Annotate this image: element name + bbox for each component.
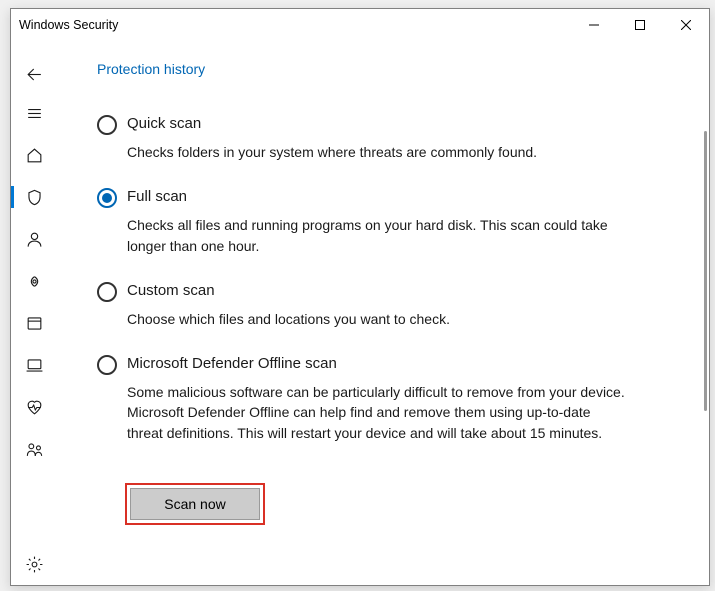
main-content: Protection history Quick scan Checks fol… bbox=[57, 41, 709, 585]
app-browser-icon bbox=[25, 314, 44, 333]
maximize-icon bbox=[635, 20, 645, 30]
option-desc: Checks folders in your system where thre… bbox=[127, 142, 629, 162]
heart-icon bbox=[25, 398, 44, 417]
window-title: Windows Security bbox=[19, 18, 571, 32]
shield-icon bbox=[25, 188, 44, 207]
scrollbar[interactable] bbox=[704, 131, 707, 411]
back-button[interactable] bbox=[11, 56, 57, 92]
back-arrow-icon bbox=[25, 65, 44, 84]
home-icon bbox=[25, 146, 44, 165]
option-quick-scan[interactable]: Quick scan Checks folders in your system… bbox=[97, 115, 669, 162]
family-icon bbox=[25, 440, 44, 459]
option-label: Full scan bbox=[127, 188, 629, 205]
minimize-button[interactable] bbox=[571, 10, 617, 40]
titlebar: Windows Security bbox=[11, 9, 709, 41]
option-custom-scan[interactable]: Custom scan Choose which files and locat… bbox=[97, 282, 669, 329]
scan-now-button[interactable]: Scan now bbox=[130, 488, 260, 520]
radio-offline[interactable] bbox=[97, 355, 117, 375]
option-full-scan[interactable]: Full scan Checks all files and running p… bbox=[97, 188, 669, 256]
window: Windows Security bbox=[10, 8, 710, 586]
option-desc: Some malicious software can be particula… bbox=[127, 382, 629, 443]
sidebar-item-settings[interactable] bbox=[11, 543, 57, 585]
maximize-button[interactable] bbox=[617, 10, 663, 40]
hamburger-icon bbox=[25, 104, 44, 123]
sidebar bbox=[11, 41, 57, 585]
sidebar-item-virus[interactable] bbox=[11, 176, 57, 218]
sidebar-item-app[interactable] bbox=[11, 302, 57, 344]
radio-custom[interactable] bbox=[97, 282, 117, 302]
radio-full[interactable] bbox=[97, 188, 117, 208]
scan-now-highlight: Scan now bbox=[125, 483, 265, 525]
option-desc: Checks all files and running programs on… bbox=[127, 215, 629, 256]
sidebar-item-device[interactable] bbox=[11, 344, 57, 386]
sidebar-item-firewall[interactable] bbox=[11, 260, 57, 302]
option-label: Custom scan bbox=[127, 282, 629, 299]
sidebar-item-account[interactable] bbox=[11, 218, 57, 260]
sidebar-item-family[interactable] bbox=[11, 428, 57, 470]
sidebar-item-performance[interactable] bbox=[11, 386, 57, 428]
person-icon bbox=[25, 230, 44, 249]
sidebar-item-home[interactable] bbox=[11, 134, 57, 176]
firewall-icon bbox=[25, 272, 44, 291]
close-button[interactable] bbox=[663, 10, 709, 40]
minimize-icon bbox=[589, 20, 599, 30]
gear-icon bbox=[25, 555, 44, 574]
menu-button[interactable] bbox=[11, 92, 57, 134]
option-offline-scan[interactable]: Microsoft Defender Offline scan Some mal… bbox=[97, 355, 669, 443]
window-controls bbox=[571, 10, 709, 40]
protection-history-link[interactable]: Protection history bbox=[57, 61, 205, 77]
close-icon bbox=[681, 20, 691, 30]
option-label: Microsoft Defender Offline scan bbox=[127, 355, 629, 372]
option-desc: Choose which files and locations you wan… bbox=[127, 309, 629, 329]
radio-quick[interactable] bbox=[97, 115, 117, 135]
device-icon bbox=[25, 356, 44, 375]
option-label: Quick scan bbox=[127, 115, 629, 132]
